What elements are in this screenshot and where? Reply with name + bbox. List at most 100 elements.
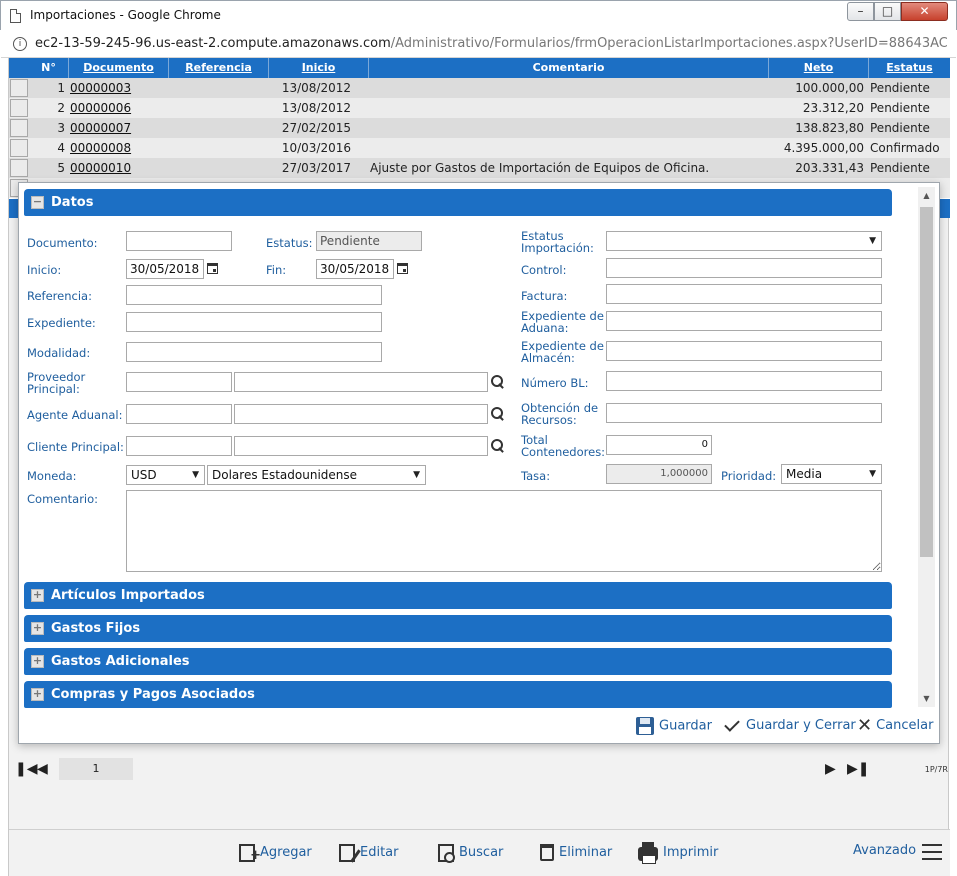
col-header-neto[interactable]: Neto (769, 58, 869, 78)
calendar-icon[interactable] (397, 263, 408, 274)
expand-icon[interactable]: + (31, 655, 44, 668)
factura-input[interactable] (606, 284, 882, 304)
numero-bl-input[interactable] (606, 371, 882, 391)
fin-date-input[interactable]: 30/05/2018 (316, 259, 394, 279)
scroll-thumb[interactable] (920, 207, 933, 557)
form-scrollbar[interactable]: ▲ ▼ (918, 187, 935, 707)
row-selector[interactable] (10, 79, 28, 97)
menu-icon[interactable] (922, 844, 942, 860)
control-input[interactable] (606, 258, 882, 278)
label-estatus: Estatus: (266, 236, 313, 250)
label-inicio: Inicio: (27, 263, 62, 277)
edit-button[interactable]: Editar (339, 843, 399, 863)
proveedor-name-input[interactable] (234, 372, 488, 392)
label-numero-bl: Número BL: (521, 376, 589, 390)
table-row[interactable]: 1 00000003 13/08/2012 100.000,00 Pendien… (9, 78, 950, 98)
first-page-icon[interactable]: ❚◀ (15, 762, 38, 776)
moneda-name-select[interactable]: Dolares Estadounidense ▼ (207, 465, 426, 485)
search-icon[interactable] (491, 375, 503, 387)
url-text[interactable]: ec2-13-59-245-96.us-east-2.compute.amazo… (35, 36, 947, 51)
expediente-aduana-input[interactable] (606, 311, 882, 331)
expand-icon[interactable]: + (31, 589, 44, 602)
table-row[interactable]: 5 00000010 27/03/2017 Ajuste por Gastos … (9, 158, 950, 178)
calendar-icon[interactable] (207, 263, 218, 274)
documento-input[interactable] (126, 231, 232, 251)
scroll-up-icon[interactable]: ▲ (918, 187, 935, 204)
total-contenedores-input[interactable]: 0 (606, 435, 712, 455)
cliente-name-input[interactable] (234, 436, 488, 456)
prev-page-icon[interactable]: ◀ (37, 762, 48, 776)
delete-button[interactable]: Eliminar (540, 843, 612, 863)
panel-compras-pagos[interactable]: + Compras y Pagos Asociados (24, 681, 892, 708)
cell-comentario (370, 98, 768, 118)
moneda-code-select[interactable]: USD ▼ (126, 465, 205, 485)
prioridad-select[interactable]: Media ▼ (781, 464, 882, 484)
cell-documento[interactable]: 00000008 (70, 138, 168, 158)
minimize-button[interactable]: – (847, 2, 874, 21)
table-row[interactable]: 2 00000006 13/08/2012 23.312,20 Pendient… (9, 98, 950, 118)
agente-code-input[interactable] (126, 404, 232, 424)
modalidad-input[interactable] (126, 342, 382, 362)
expediente-input[interactable] (126, 312, 382, 332)
col-header-documento[interactable]: Documento (69, 58, 169, 78)
advanced-link[interactable]: Avanzado (853, 841, 916, 861)
label-agente: Agente Aduanal: (27, 408, 123, 422)
expand-icon[interactable]: + (31, 688, 44, 701)
address-bar[interactable]: i ec2-13-59-245-96.us-east-2.compute.ama… (1, 30, 956, 58)
page-number[interactable]: 1 (59, 758, 133, 780)
cell-documento[interactable]: 00000007 (70, 118, 168, 138)
label-expediente: Expediente: (27, 316, 96, 330)
search-button[interactable]: Buscar (438, 843, 503, 863)
search-icon[interactable] (491, 407, 503, 419)
cell-referencia (170, 138, 268, 158)
cell-neto: 23.312,20 (802, 101, 864, 115)
agente-name-input[interactable] (234, 404, 488, 424)
expediente-almacen-input[interactable] (606, 341, 882, 361)
col-header-referencia[interactable]: Referencia (169, 58, 269, 78)
label-factura: Factura: (521, 289, 568, 303)
estatus-importacion-select[interactable]: ▼ (606, 231, 882, 251)
table-row[interactable]: 4 00000008 10/03/2016 4.395.000,00 Confi… (9, 138, 950, 158)
search-icon[interactable] (491, 439, 503, 451)
row-selector[interactable] (10, 119, 28, 137)
label-referencia: Referencia: (27, 289, 92, 303)
cell-documento[interactable]: 00000003 (70, 78, 168, 98)
col-header-n: N° (29, 58, 69, 78)
print-button[interactable]: Imprimir (638, 842, 718, 864)
next-page-icon[interactable]: ▶ (825, 762, 836, 776)
panel-gastos-adicionales[interactable]: + Gastos Adicionales (24, 648, 892, 675)
label-control: Control: (521, 263, 567, 277)
last-page-icon[interactable]: ▶❚ (847, 762, 870, 776)
col-header-estatus[interactable]: Estatus (869, 58, 950, 78)
panel-articulos-importados[interactable]: + Artículos Importados (24, 582, 892, 609)
comentario-textarea[interactable] (126, 490, 882, 572)
inicio-date-input[interactable]: 30/05/2018 (126, 259, 204, 279)
row-selector[interactable] (10, 139, 28, 157)
panel-datos[interactable]: − Datos (24, 189, 892, 216)
window-title: Importaciones - Google Chrome (30, 8, 221, 22)
cell-documento[interactable]: 00000006 (70, 98, 168, 118)
cancel-button[interactable]: ✕ Cancelar (857, 716, 933, 735)
table-row[interactable]: 3 00000007 27/02/2015 138.823,80 Pendien… (9, 118, 950, 138)
collapse-icon[interactable]: − (31, 196, 44, 209)
info-icon[interactable]: i (13, 37, 27, 51)
chevron-down-icon: ▼ (869, 469, 876, 479)
proveedor-code-input[interactable] (126, 372, 232, 392)
row-selector[interactable] (10, 159, 28, 177)
col-header-inicio[interactable]: Inicio (269, 58, 369, 78)
panel-gastos-fijos[interactable]: + Gastos Fijos (24, 615, 892, 642)
save-close-button[interactable]: Guardar y Cerrar (723, 715, 856, 735)
maximize-button[interactable]: □ (874, 2, 901, 21)
check-icon (724, 715, 740, 732)
referencia-input[interactable] (126, 285, 382, 305)
cell-documento[interactable]: 00000010 (70, 158, 168, 178)
cliente-code-input[interactable] (126, 436, 232, 456)
save-button[interactable]: Guardar (636, 717, 712, 736)
cell-inicio: 10/03/2016 (281, 141, 351, 155)
add-button[interactable]: Agregar (239, 843, 312, 866)
close-window-button[interactable]: ✕ (901, 2, 948, 21)
obtencion-input[interactable] (606, 403, 882, 423)
expand-icon[interactable]: + (31, 622, 44, 635)
row-selector[interactable] (10, 99, 28, 117)
scroll-down-icon[interactable]: ▼ (918, 690, 935, 707)
